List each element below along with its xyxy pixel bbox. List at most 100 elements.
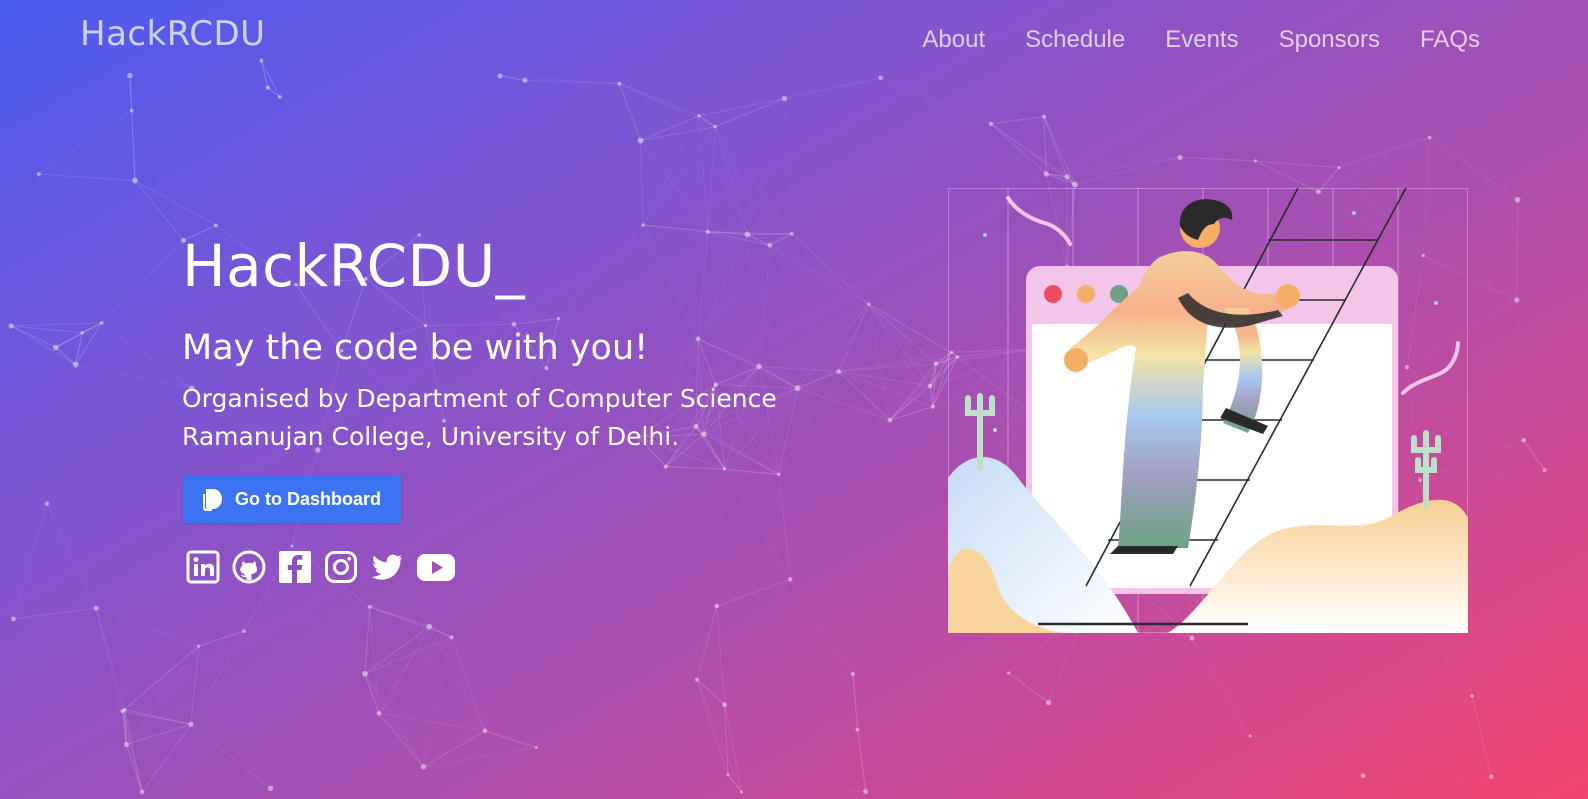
network-line: [558, 224, 644, 320]
dashboard-button-label: Go to Dashboard: [235, 488, 382, 509]
network-line: [769, 244, 869, 305]
devfolio-icon: [203, 489, 222, 511]
network-node: [259, 58, 264, 63]
network-node: [788, 577, 793, 582]
instagram-icon[interactable]: [324, 550, 358, 584]
network-line: [75, 364, 192, 389]
network-line: [1363, 775, 1492, 778]
network-node: [127, 72, 133, 79]
network-node: [522, 77, 528, 83]
network-node: [714, 603, 720, 609]
network-line: [1516, 199, 1519, 301]
network-line: [699, 97, 785, 117]
network-line: [1180, 157, 1318, 191]
network-line: [46, 503, 97, 609]
network-line: [797, 303, 870, 389]
network-node: [449, 635, 454, 640]
network-line: [778, 388, 799, 475]
network-line: [868, 303, 937, 364]
youtube-icon[interactable]: [416, 550, 456, 584]
network-node: [265, 85, 271, 90]
network-node: [739, 790, 743, 794]
network-line: [716, 605, 726, 705]
network-node: [781, 95, 788, 102]
network-node: [129, 108, 134, 113]
network-line: [11, 322, 102, 327]
network-line: [990, 116, 1045, 125]
network-node: [80, 330, 84, 335]
network-line: [697, 231, 709, 339]
twitter-icon[interactable]: [370, 550, 404, 584]
network-line: [190, 723, 271, 789]
network-node: [1360, 773, 1366, 779]
network-node: [637, 137, 644, 144]
network-line: [1523, 439, 1546, 471]
network-node: [10, 616, 16, 622]
network-line: [714, 126, 748, 235]
network-line: [425, 323, 514, 327]
network-line: [725, 705, 858, 730]
network-line: [770, 98, 785, 245]
network-node: [534, 745, 538, 750]
network-node: [1521, 437, 1527, 443]
network-line: [1044, 117, 1180, 158]
network-line: [101, 239, 184, 324]
network-node: [420, 764, 427, 770]
network-line: [260, 60, 281, 98]
network-line: [122, 645, 199, 712]
network-node: [1514, 297, 1520, 303]
network-line: [96, 608, 244, 631]
network-line: [484, 730, 537, 748]
network-line: [714, 97, 785, 128]
network-line: [784, 98, 791, 233]
network-node: [99, 320, 104, 325]
network-line: [369, 606, 380, 714]
network-line: [838, 371, 934, 408]
network-node: [1177, 154, 1183, 160]
nav-schedule[interactable]: Schedule: [1025, 26, 1125, 54]
network-node: [744, 231, 751, 238]
network-node: [930, 404, 936, 409]
network-line: [758, 245, 771, 367]
network-line: [889, 363, 937, 421]
nav-events[interactable]: Events: [1165, 26, 1238, 54]
nav-faqs[interactable]: FAQs: [1420, 26, 1480, 54]
network-line: [778, 419, 891, 475]
network-node: [426, 623, 433, 630]
facebook-icon[interactable]: [278, 550, 312, 584]
network-node: [726, 773, 730, 777]
network-node: [756, 363, 762, 370]
network-node: [1045, 699, 1052, 706]
network-line: [12, 503, 48, 620]
network-node: [705, 229, 710, 235]
network-node: [267, 785, 274, 792]
nav-about[interactable]: About: [922, 26, 985, 54]
brand-logo[interactable]: HackRCDU: [80, 14, 266, 54]
network-line: [1008, 672, 1049, 704]
network-line: [101, 322, 193, 389]
network-node: [617, 81, 622, 86]
network-line: [13, 619, 122, 711]
hero-title: HackRCDU_: [182, 232, 526, 300]
network-line: [792, 234, 839, 372]
linkedin-icon[interactable]: [186, 550, 220, 584]
network-line: [132, 111, 184, 241]
network-line: [725, 579, 791, 704]
network-node: [482, 728, 488, 734]
go-to-dashboard-button[interactable]: Go to Dashboard: [183, 475, 401, 523]
network-node: [1071, 181, 1078, 188]
network-node: [123, 741, 130, 748]
network-line: [856, 729, 867, 792]
network-line: [123, 631, 244, 711]
network-line: [784, 77, 881, 99]
network-node: [695, 336, 701, 342]
nav-sponsors[interactable]: Sponsors: [1279, 26, 1380, 54]
network-node: [277, 95, 282, 99]
network-line: [39, 76, 130, 175]
network-node: [132, 177, 138, 184]
network-line: [717, 469, 725, 606]
github-icon[interactable]: [232, 550, 266, 584]
network-node: [8, 323, 14, 329]
network-line: [741, 730, 857, 792]
network-node: [722, 702, 727, 708]
